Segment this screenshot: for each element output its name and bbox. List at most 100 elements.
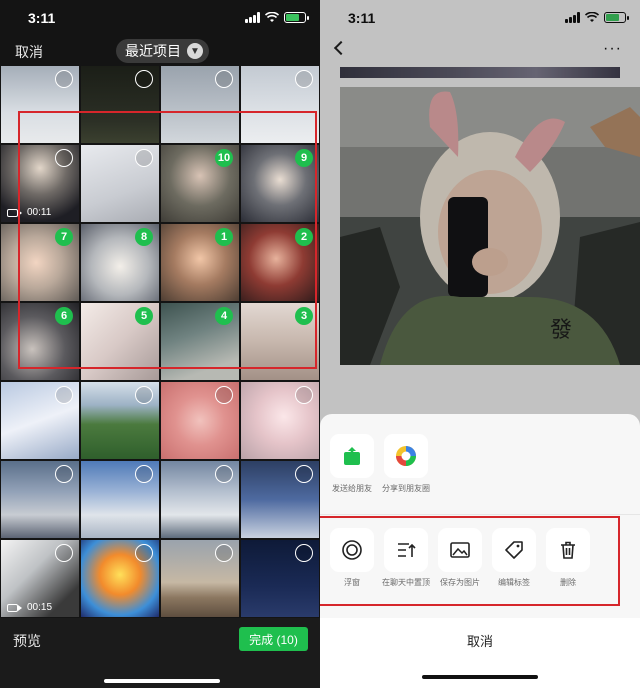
- photo-thumbnail[interactable]: 8: [81, 224, 159, 301]
- selection-circle[interactable]: [215, 386, 233, 404]
- action-label: 在聊天中置顶: [382, 578, 430, 587]
- selection-circle[interactable]: [135, 544, 153, 562]
- selection-circle[interactable]: [135, 149, 153, 167]
- photo-thumbnail[interactable]: 9: [241, 145, 319, 222]
- wifi-icon: [265, 12, 279, 22]
- selection-circle[interactable]: [215, 465, 233, 483]
- photo-thumbnail[interactable]: 1: [161, 224, 239, 301]
- action-label: 保存为图片: [440, 578, 480, 587]
- selection-number-badge[interactable]: 7: [55, 228, 73, 246]
- cancel-button[interactable]: 取消: [15, 42, 43, 62]
- image-save-icon[interactable]: [438, 528, 482, 572]
- photo-thumbnail[interactable]: [241, 461, 319, 538]
- selection-circle[interactable]: [55, 544, 73, 562]
- selection-circle[interactable]: [295, 465, 313, 483]
- video-duration-text: 00:11: [27, 207, 52, 218]
- home-indicator: [422, 675, 538, 679]
- selection-number-badge[interactable]: 6: [55, 307, 73, 325]
- picker-header: 取消 最近项目 ▼: [0, 36, 320, 66]
- photo-thumbnail[interactable]: [81, 382, 159, 459]
- preview-button[interactable]: 预览: [13, 631, 41, 651]
- picker-footer: 预览 完成 (10): [0, 618, 320, 688]
- photo-thumbnail[interactable]: [81, 66, 159, 143]
- pin-top-icon[interactable]: [384, 528, 428, 572]
- action-label: 浮窗: [344, 578, 360, 587]
- moments-action[interactable]: 分享到朋友圈: [382, 434, 430, 494]
- float-window-action[interactable]: 浮窗: [330, 528, 374, 588]
- selection-number-badge[interactable]: 2: [295, 228, 313, 246]
- photo-thumbnail[interactable]: [81, 145, 159, 222]
- selection-number-badge[interactable]: 9: [295, 149, 313, 167]
- photo-viewer-screen: 3:11 ··· 發 发送给朋友 分享到朋友圈 浮窗 在聊天中置顶 保存为图片 …: [320, 0, 640, 688]
- action-label: 编辑标签: [498, 578, 530, 587]
- photo-thumbnail[interactable]: 2: [241, 224, 319, 301]
- selection-circle[interactable]: [135, 70, 153, 88]
- photo-thumbnail[interactable]: 00:15: [1, 540, 79, 617]
- photo-thumbnail[interactable]: [81, 540, 159, 617]
- photo-thumbnail[interactable]: 4: [161, 303, 239, 380]
- selection-number-badge[interactable]: 10: [215, 149, 233, 167]
- photo-thumbnail[interactable]: [1, 382, 79, 459]
- image-save-action[interactable]: 保存为图片: [438, 528, 482, 588]
- moments-icon[interactable]: [384, 434, 428, 478]
- video-duration: 00:11: [7, 207, 51, 218]
- photo-thumbnail[interactable]: [161, 461, 239, 538]
- selection-circle[interactable]: [215, 70, 233, 88]
- photo-thumbnail[interactable]: 7: [1, 224, 79, 301]
- selection-number-badge[interactable]: 1: [215, 228, 233, 246]
- trash-action[interactable]: 删除: [546, 528, 590, 588]
- selection-circle[interactable]: [295, 70, 313, 88]
- pin-top-action[interactable]: 在聊天中置顶: [382, 528, 430, 588]
- cellular-signal-icon: [245, 12, 260, 23]
- photo-thumbnail[interactable]: [161, 540, 239, 617]
- share-up-action[interactable]: 发送给朋友: [330, 434, 374, 494]
- photo-grid: 00:11 10 9 7 8 1 2 6 5 4 3 00:15: [0, 66, 320, 618]
- selection-circle[interactable]: [295, 386, 313, 404]
- action-label: 删除: [560, 578, 576, 587]
- photo-thumbnail[interactable]: [161, 382, 239, 459]
- battery-icon: [284, 12, 309, 23]
- float-window-icon[interactable]: [330, 528, 374, 572]
- selection-circle[interactable]: [135, 465, 153, 483]
- tag-action[interactable]: 编辑标签: [492, 528, 536, 588]
- selection-circle[interactable]: [55, 386, 73, 404]
- selection-circle[interactable]: [55, 70, 73, 88]
- album-selector[interactable]: 最近项目 ▼: [116, 39, 209, 63]
- sheet-cancel-button[interactable]: 取消: [320, 631, 640, 650]
- selection-number-badge[interactable]: 5: [135, 307, 153, 325]
- photo-thumbnail[interactable]: [241, 540, 319, 617]
- photo-thumbnail[interactable]: [241, 382, 319, 459]
- tag-icon[interactable]: [492, 528, 536, 572]
- photo-thumbnail[interactable]: 5: [81, 303, 159, 380]
- photo-thumbnail[interactable]: 10: [161, 145, 239, 222]
- status-time: 3:11: [28, 10, 56, 26]
- action-sheet: 发送给朋友 分享到朋友圈 浮窗 在聊天中置顶 保存为图片 编辑标签 删除 取消: [320, 414, 640, 688]
- photo-thumbnail[interactable]: [1, 461, 79, 538]
- selection-number-badge[interactable]: 8: [135, 228, 153, 246]
- selection-circle[interactable]: [295, 544, 313, 562]
- share-up-icon[interactable]: [330, 434, 374, 478]
- photo-thumbnail[interactable]: 00:11: [1, 145, 79, 222]
- sheet-divider: [320, 514, 640, 515]
- photo-thumbnail[interactable]: 3: [241, 303, 319, 380]
- status-bar: 3:11: [0, 0, 320, 36]
- photo-thumbnail[interactable]: [161, 66, 239, 143]
- selection-circle[interactable]: [135, 386, 153, 404]
- selection-number-badge[interactable]: 3: [295, 307, 313, 325]
- album-label: 最近项目: [125, 43, 181, 59]
- more-actions-row: 浮窗 在聊天中置顶 保存为图片 编辑标签 删除: [330, 528, 590, 588]
- selection-circle[interactable]: [55, 149, 73, 167]
- trash-icon[interactable]: [546, 528, 590, 572]
- selection-circle[interactable]: [215, 544, 233, 562]
- photo-thumbnail[interactable]: 6: [1, 303, 79, 380]
- photo-thumbnail[interactable]: [81, 461, 159, 538]
- photo-thumbnail[interactable]: [241, 66, 319, 143]
- selection-number-badge[interactable]: 4: [215, 307, 233, 325]
- home-indicator: [104, 679, 220, 683]
- photo-picker-screen: 3:11 取消 最近项目 ▼ 00:11 10 9 7 8 1 2 6 5 4 3 00:15 预览 …: [0, 0, 320, 688]
- selection-circle[interactable]: [55, 465, 73, 483]
- photo-thumbnail[interactable]: [1, 66, 79, 143]
- done-button[interactable]: 完成 (10): [239, 627, 308, 651]
- video-duration: 00:15: [7, 602, 52, 613]
- share-actions-row: 发送给朋友 分享到朋友圈: [330, 434, 430, 494]
